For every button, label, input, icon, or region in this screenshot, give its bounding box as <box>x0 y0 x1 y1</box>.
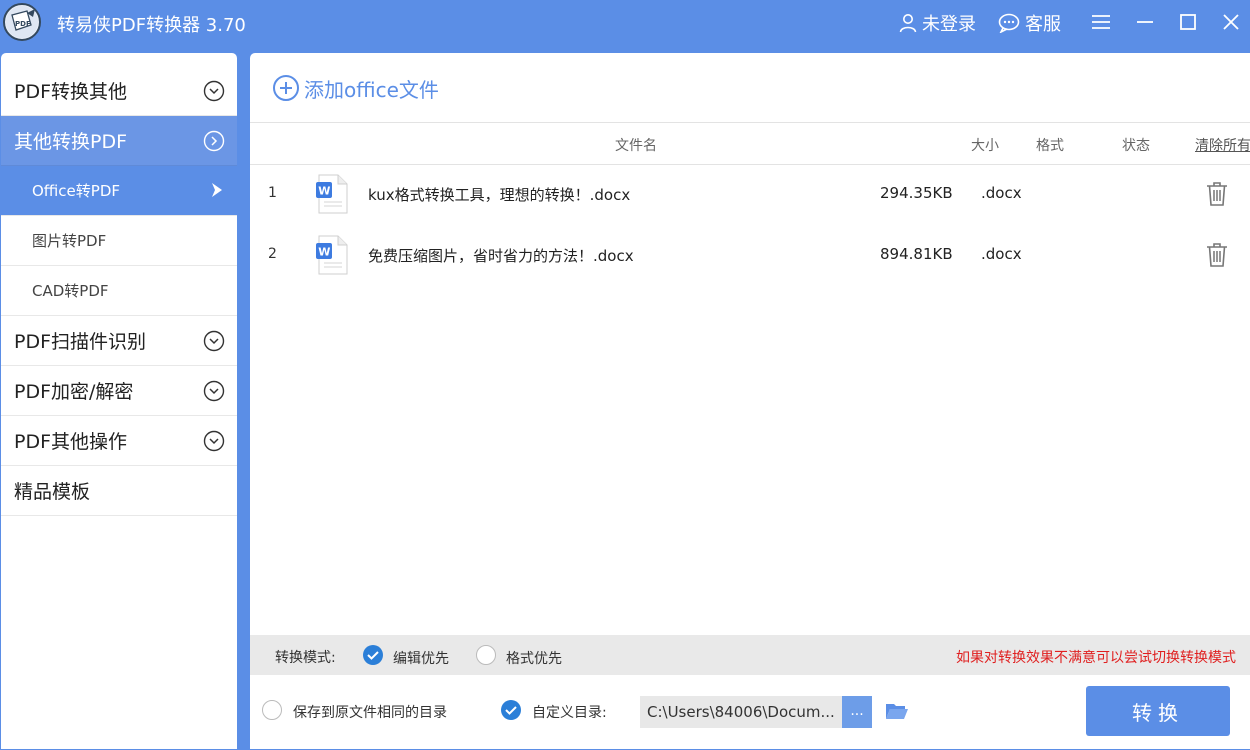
sidebar-item-office-to-pdf[interactable]: Office转PDF <box>1 166 237 216</box>
sidebar-item-label: PDF加密/解密 <box>14 381 134 403</box>
same-directory-radio[interactable] <box>262 700 282 720</box>
sidebar-item-label: 精品模板 <box>14 481 91 503</box>
edit-priority-label: 编辑优先 <box>393 651 449 667</box>
chevron-down-icon <box>203 80 225 102</box>
trash-icon[interactable] <box>1206 181 1228 207</box>
file-table-header: 文件名 大小 格式 状态 清除所有 <box>250 122 1250 165</box>
format-priority-label: 格式优先 <box>506 651 562 667</box>
sidebar-item-cad-to-pdf[interactable]: CAD转PDF <box>1 266 237 316</box>
word-file-icon: W <box>316 235 348 275</box>
file-name: 免费压缩图片，省时省力的方法！.docx <box>368 247 634 265</box>
file-format: .docx <box>981 245 1022 263</box>
window-title: 转易侠PDF转换器 3.70 <box>57 15 246 36</box>
sidebar-item-pdf-encrypt[interactable]: PDF加密/解密 <box>1 366 237 416</box>
sidebar-item-label: 其他转换PDF <box>14 131 128 153</box>
open-folder-icon[interactable] <box>885 701 909 721</box>
sidebar-item-other-to-pdf[interactable]: 其他转换PDF <box>1 116 237 166</box>
custom-directory-label: 自定义目录: <box>532 705 607 721</box>
file-name: kux格式转换工具，理想的转换！.docx <box>368 186 631 204</box>
chevron-right-icon <box>203 130 225 152</box>
sidebar-item-templates[interactable]: 精品模板 <box>1 466 237 516</box>
minimize-icon[interactable] <box>1134 11 1156 33</box>
sidebar-item-label: PDF其他操作 <box>14 431 128 453</box>
maximize-icon[interactable] <box>1177 11 1199 33</box>
login-button[interactable]: 未登录 <box>898 10 976 36</box>
same-directory-label: 保存到原文件相同的目录 <box>293 705 447 721</box>
app-logo-icon: PDF <box>3 3 41 41</box>
convert-button[interactable]: 转换 <box>1086 686 1230 736</box>
sidebar-item-image-to-pdf[interactable]: 图片转PDF <box>1 216 237 266</box>
checkmark-icon <box>367 651 379 660</box>
column-header-status: 状态 <box>1122 138 1150 154</box>
row-index: 2 <box>268 246 277 262</box>
user-icon <box>899 14 917 33</box>
title-bar: PDF 转易侠PDF转换器 3.70 未登录 客服 <box>0 0 1250 45</box>
sidebar: PDF转换其他 其他转换PDF Office转PDF 图片转PDF CAD转PD… <box>1 53 237 749</box>
sidebar-item-label: Office转PDF <box>32 182 121 200</box>
checkmark-icon <box>505 706 517 715</box>
sidebar-item-label: PDF扫描件识别 <box>14 331 147 353</box>
chevron-down-icon <box>203 330 225 352</box>
add-office-file-button[interactable]: 添加office文件 <box>272 73 439 103</box>
svg-text:W: W <box>318 185 330 198</box>
custom-directory-radio[interactable] <box>501 700 521 720</box>
browse-path-button[interactable]: ... <box>842 696 872 728</box>
mode-hint-text: 如果对转换效果不满意可以尝试切换转换模式 <box>956 650 1236 666</box>
sidebar-item-pdf-other-ops[interactable]: PDF其他操作 <box>1 416 237 466</box>
add-file-label: 添加office文件 <box>304 77 439 102</box>
column-header-format: 格式 <box>1036 138 1064 154</box>
chevron-down-icon <box>203 430 225 452</box>
trash-icon[interactable] <box>1206 242 1228 268</box>
add-circle-icon <box>273 75 299 101</box>
file-format: .docx <box>981 184 1022 202</box>
table-row[interactable]: 1 W kux格式转换工具，理想的转换！.docx 294.35KB .docx <box>250 165 1250 223</box>
menu-icon[interactable] <box>1090 11 1112 33</box>
sidebar-item-pdf-to-other[interactable]: PDF转换其他 <box>1 66 237 116</box>
output-settings-bar: 保存到原文件相同的目录 自定义目录: C:\Users\84006\Docum.… <box>250 675 1250 749</box>
chevron-down-icon <box>203 380 225 402</box>
row-index: 1 <box>268 185 277 201</box>
sidebar-item-label: 图片转PDF <box>32 232 107 250</box>
format-priority-radio[interactable] <box>476 645 496 665</box>
login-label: 未登录 <box>922 14 976 35</box>
sidebar-item-label: CAD转PDF <box>32 282 109 300</box>
column-header-size: 大小 <box>971 138 999 154</box>
customer-service-button[interactable]: 客服 <box>998 10 1061 36</box>
close-icon[interactable] <box>1220 11 1242 33</box>
output-path-field[interactable]: C:\Users\84006\Docum... <box>640 696 842 728</box>
conversion-mode-label: 转换模式: <box>275 650 336 666</box>
arrow-right-icon <box>212 183 222 197</box>
word-file-icon: W <box>316 174 348 214</box>
file-size: 294.35KB <box>880 184 953 202</box>
clear-all-link[interactable]: 清除所有 <box>1195 135 1250 155</box>
service-label: 客服 <box>1025 14 1061 35</box>
svg-text:W: W <box>318 246 330 259</box>
chat-icon <box>998 13 1020 33</box>
edit-priority-radio[interactable] <box>363 645 383 665</box>
svg-text:PDF: PDF <box>15 20 31 28</box>
file-size: 894.81KB <box>880 245 953 263</box>
conversion-mode-bar: 转换模式: 编辑优先 格式优先 如果对转换效果不满意可以尝试切换转换模式 <box>250 635 1250 675</box>
main-panel: 添加office文件 文件名 大小 格式 状态 清除所有 1 W kux格式转换… <box>250 53 1250 749</box>
sidebar-item-pdf-ocr[interactable]: PDF扫描件识别 <box>1 316 237 366</box>
sidebar-item-label: PDF转换其他 <box>14 81 128 103</box>
column-header-name: 文件名 <box>615 138 657 154</box>
table-row[interactable]: 2 W 免费压缩图片，省时省力的方法！.docx 894.81KB .docx <box>250 226 1250 284</box>
